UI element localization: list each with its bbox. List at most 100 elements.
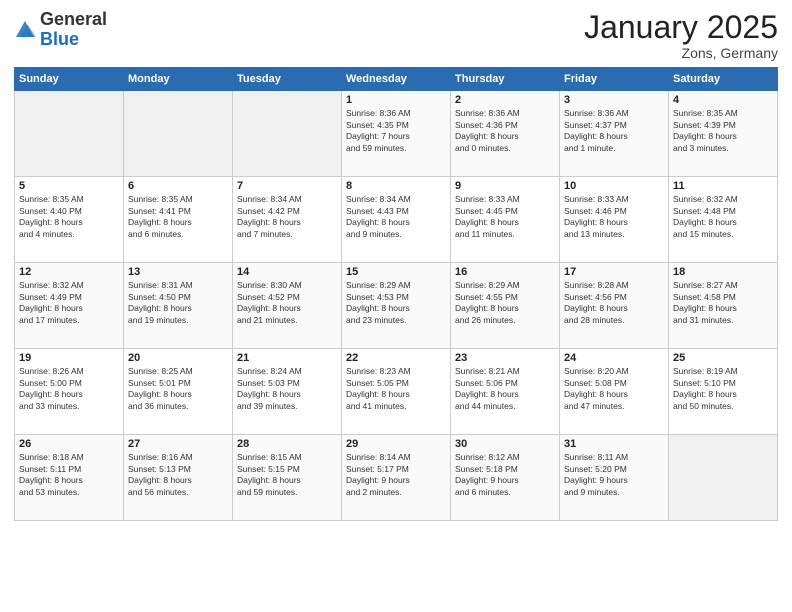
day-info: Sunrise: 8:35 AM Sunset: 4:39 PM Dayligh… bbox=[673, 108, 773, 154]
day-cell: 26 Sunrise: 8:18 AM Sunset: 5:11 PM Dayli… bbox=[15, 435, 124, 521]
day-cell bbox=[669, 435, 778, 521]
day-info: Sunrise: 8:24 AM Sunset: 5:03 PM Dayligh… bbox=[237, 366, 337, 412]
day-number: 22 bbox=[346, 352, 446, 364]
day-info: Sunrise: 8:15 AM Sunset: 5:15 PM Dayligh… bbox=[237, 452, 337, 498]
day-cell: 15 Sunrise: 8:29 AM Sunset: 4:53 PM Dayli… bbox=[342, 263, 451, 349]
day-info: Sunrise: 8:36 AM Sunset: 4:36 PM Dayligh… bbox=[455, 108, 555, 154]
day-number: 24 bbox=[564, 352, 664, 364]
day-cell: 29 Sunrise: 8:14 AM Sunset: 5:17 PM Dayli… bbox=[342, 435, 451, 521]
day-info: Sunrise: 8:21 AM Sunset: 5:06 PM Dayligh… bbox=[455, 366, 555, 412]
day-cell bbox=[15, 91, 124, 177]
day-number: 10 bbox=[564, 180, 664, 192]
day-info: Sunrise: 8:32 AM Sunset: 4:48 PM Dayligh… bbox=[673, 194, 773, 240]
day-cell: 20Sunrise: 8:25 AM Sunset: 5:01 PM Dayli… bbox=[124, 349, 233, 435]
day-cell: 24 Sunrise: 8:20 AM Sunset: 5:08 PM Dayli… bbox=[560, 349, 669, 435]
col-saturday: Saturday bbox=[669, 68, 778, 91]
calendar-subtitle: Zons, Germany bbox=[584, 45, 778, 61]
day-number: 5 bbox=[19, 180, 119, 192]
day-number: 1 bbox=[346, 94, 446, 106]
day-number: 27 bbox=[128, 438, 228, 450]
day-number: 29 bbox=[346, 438, 446, 450]
day-number: 18 bbox=[673, 266, 773, 278]
day-cell: 21 Sunrise: 8:24 AM Sunset: 5:03 PM Dayli… bbox=[233, 349, 342, 435]
day-cell: 12Sunrise: 8:32 AM Sunset: 4:49 PM Dayli… bbox=[15, 263, 124, 349]
day-number: 4 bbox=[673, 94, 773, 106]
day-cell bbox=[233, 91, 342, 177]
day-info: Sunrise: 8:32 AM Sunset: 4:49 PM Dayligh… bbox=[19, 280, 119, 326]
col-tuesday: Tuesday bbox=[233, 68, 342, 91]
day-cell: 18 Sunrise: 8:27 AM Sunset: 4:58 PM Dayli… bbox=[669, 263, 778, 349]
day-info: Sunrise: 8:36 AM Sunset: 4:35 PM Dayligh… bbox=[346, 108, 446, 154]
col-friday: Friday bbox=[560, 68, 669, 91]
day-number: 11 bbox=[673, 180, 773, 192]
day-number: 19 bbox=[19, 352, 119, 364]
day-cell: 28 Sunrise: 8:15 AM Sunset: 5:15 PM Dayli… bbox=[233, 435, 342, 521]
day-cell: 19Sunrise: 8:26 AM Sunset: 5:00 PM Dayli… bbox=[15, 349, 124, 435]
day-info: Sunrise: 8:33 AM Sunset: 4:45 PM Dayligh… bbox=[455, 194, 555, 240]
calendar-table: Sunday Monday Tuesday Wednesday Thursday… bbox=[14, 67, 778, 521]
day-info: Sunrise: 8:35 AM Sunset: 4:41 PM Dayligh… bbox=[128, 194, 228, 240]
day-info: Sunrise: 8:29 AM Sunset: 4:53 PM Dayligh… bbox=[346, 280, 446, 326]
day-number: 14 bbox=[237, 266, 337, 278]
day-number: 25 bbox=[673, 352, 773, 364]
day-info: Sunrise: 8:28 AM Sunset: 4:56 PM Dayligh… bbox=[564, 280, 664, 326]
day-cell: 16 Sunrise: 8:29 AM Sunset: 4:55 PM Dayli… bbox=[451, 263, 560, 349]
day-number: 26 bbox=[19, 438, 119, 450]
day-number: 9 bbox=[455, 180, 555, 192]
day-number: 20 bbox=[128, 352, 228, 364]
logo-blue: Blue bbox=[40, 29, 79, 49]
day-number: 7 bbox=[237, 180, 337, 192]
day-number: 6 bbox=[128, 180, 228, 192]
day-info: Sunrise: 8:16 AM Sunset: 5:13 PM Dayligh… bbox=[128, 452, 228, 498]
day-number: 2 bbox=[455, 94, 555, 106]
col-sunday: Sunday bbox=[15, 68, 124, 91]
day-cell: 17 Sunrise: 8:28 AM Sunset: 4:56 PM Dayli… bbox=[560, 263, 669, 349]
day-cell: 1 Sunrise: 8:36 AM Sunset: 4:35 PM Daylig… bbox=[342, 91, 451, 177]
logo-general: General bbox=[40, 9, 107, 29]
day-cell: 5 Sunrise: 8:35 AM Sunset: 4:40 PM Daylig… bbox=[15, 177, 124, 263]
day-info: Sunrise: 8:18 AM Sunset: 5:11 PM Dayligh… bbox=[19, 452, 119, 498]
col-monday: Monday bbox=[124, 68, 233, 91]
week-row-2: 5 Sunrise: 8:35 AM Sunset: 4:40 PM Daylig… bbox=[15, 177, 778, 263]
day-info: Sunrise: 8:35 AM Sunset: 4:40 PM Dayligh… bbox=[19, 194, 119, 240]
day-cell: 10Sunrise: 8:33 AM Sunset: 4:46 PM Dayli… bbox=[560, 177, 669, 263]
day-info: Sunrise: 8:34 AM Sunset: 4:43 PM Dayligh… bbox=[346, 194, 446, 240]
day-number: 16 bbox=[455, 266, 555, 278]
day-number: 15 bbox=[346, 266, 446, 278]
day-info: Sunrise: 8:20 AM Sunset: 5:08 PM Dayligh… bbox=[564, 366, 664, 412]
day-number: 28 bbox=[237, 438, 337, 450]
day-cell: 11 Sunrise: 8:32 AM Sunset: 4:48 PM Dayli… bbox=[669, 177, 778, 263]
day-info: Sunrise: 8:30 AM Sunset: 4:52 PM Dayligh… bbox=[237, 280, 337, 326]
day-info: Sunrise: 8:29 AM Sunset: 4:55 PM Dayligh… bbox=[455, 280, 555, 326]
day-cell bbox=[124, 91, 233, 177]
day-cell: 27 Sunrise: 8:16 AM Sunset: 5:13 PM Dayli… bbox=[124, 435, 233, 521]
day-cell: 30Sunrise: 8:12 AM Sunset: 5:18 PM Dayli… bbox=[451, 435, 560, 521]
week-row-1: 1 Sunrise: 8:36 AM Sunset: 4:35 PM Daylig… bbox=[15, 91, 778, 177]
day-cell: 14 Sunrise: 8:30 AM Sunset: 4:52 PM Dayli… bbox=[233, 263, 342, 349]
day-number: 31 bbox=[564, 438, 664, 450]
day-cell: 25Sunrise: 8:19 AM Sunset: 5:10 PM Dayli… bbox=[669, 349, 778, 435]
day-cell: 9 Sunrise: 8:33 AM Sunset: 4:45 PM Daylig… bbox=[451, 177, 560, 263]
day-info: Sunrise: 8:23 AM Sunset: 5:05 PM Dayligh… bbox=[346, 366, 446, 412]
day-cell: 6 Sunrise: 8:35 AM Sunset: 4:41 PM Daylig… bbox=[124, 177, 233, 263]
day-info: Sunrise: 8:14 AM Sunset: 5:17 PM Dayligh… bbox=[346, 452, 446, 498]
day-number: 3 bbox=[564, 94, 664, 106]
week-row-4: 19Sunrise: 8:26 AM Sunset: 5:00 PM Dayli… bbox=[15, 349, 778, 435]
header: General Blue January 2025 Zons, Germany bbox=[14, 10, 778, 61]
day-cell: 4 Sunrise: 8:35 AM Sunset: 4:39 PM Daylig… bbox=[669, 91, 778, 177]
header-row: Sunday Monday Tuesday Wednesday Thursday… bbox=[15, 68, 778, 91]
day-info: Sunrise: 8:27 AM Sunset: 4:58 PM Dayligh… bbox=[673, 280, 773, 326]
day-info: Sunrise: 8:31 AM Sunset: 4:50 PM Dayligh… bbox=[128, 280, 228, 326]
col-thursday: Thursday bbox=[451, 68, 560, 91]
day-cell: 3 Sunrise: 8:36 AM Sunset: 4:37 PM Daylig… bbox=[560, 91, 669, 177]
day-cell: 7Sunrise: 8:34 AM Sunset: 4:42 PM Daylig… bbox=[233, 177, 342, 263]
day-number: 17 bbox=[564, 266, 664, 278]
day-number: 21 bbox=[237, 352, 337, 364]
week-row-3: 12Sunrise: 8:32 AM Sunset: 4:49 PM Dayli… bbox=[15, 263, 778, 349]
day-info: Sunrise: 8:11 AM Sunset: 5:20 PM Dayligh… bbox=[564, 452, 664, 498]
day-cell: 31 Sunrise: 8:11 AM Sunset: 5:20 PM Dayli… bbox=[560, 435, 669, 521]
day-number: 8 bbox=[346, 180, 446, 192]
day-number: 23 bbox=[455, 352, 555, 364]
day-info: Sunrise: 8:36 AM Sunset: 4:37 PM Dayligh… bbox=[564, 108, 664, 154]
day-info: Sunrise: 8:12 AM Sunset: 5:18 PM Dayligh… bbox=[455, 452, 555, 498]
